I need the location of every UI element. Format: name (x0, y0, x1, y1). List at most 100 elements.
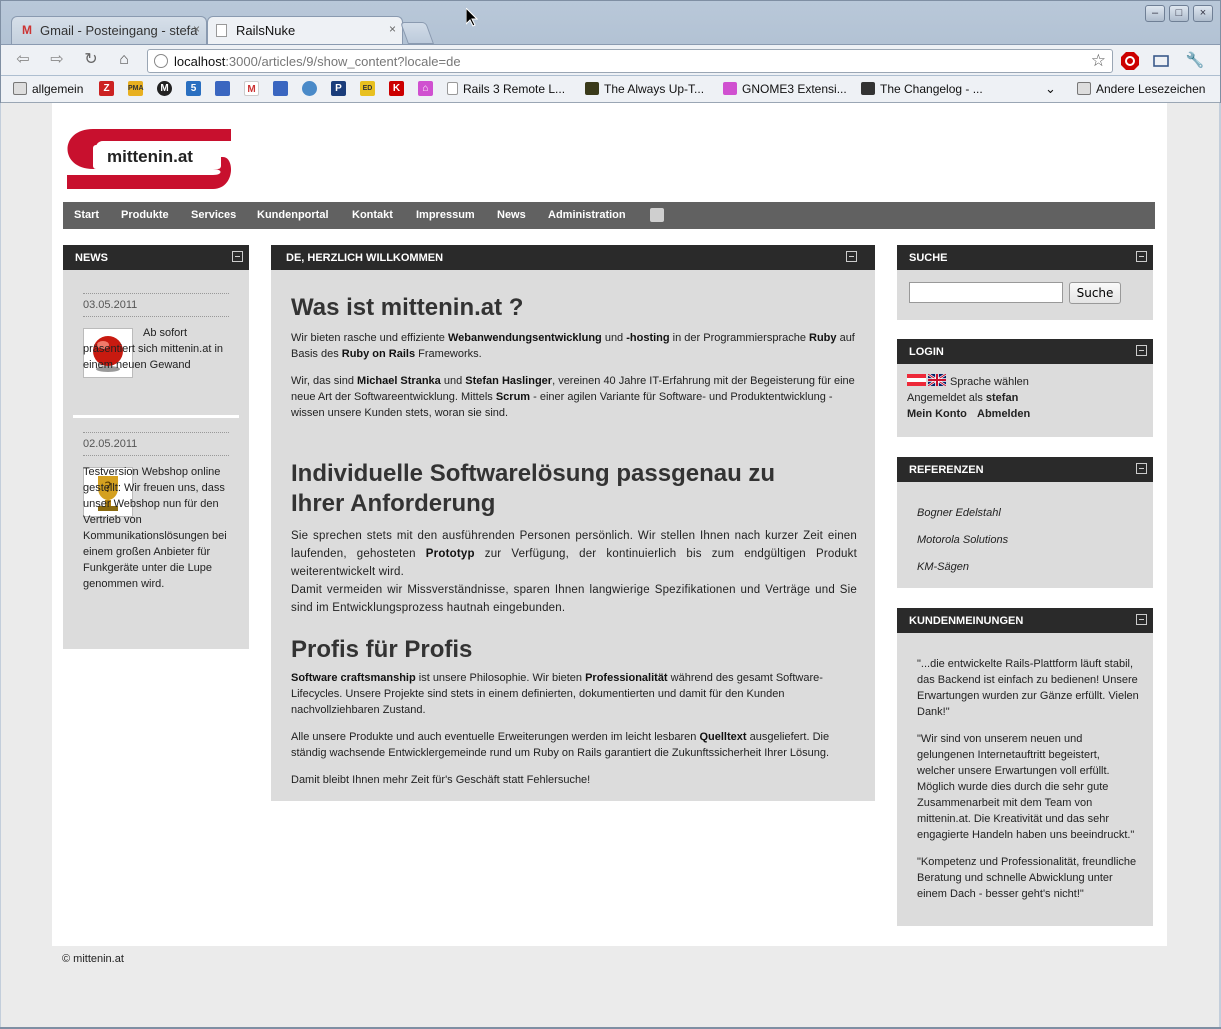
main-content-box: DE, HERZLICH WILLKOMMEN Was ist mittenin… (271, 245, 875, 801)
bookmark-ed-icon[interactable]: ED (360, 81, 375, 96)
news-title: NEWS (75, 252, 108, 264)
testimonial-quote: "Kompetenz und Professionalität, freundl… (917, 856, 1137, 900)
tab-railsnuke[interactable]: RailsNuke × (207, 16, 403, 44)
forward-button[interactable]: ⇨ (45, 50, 69, 70)
paragraph-prototyp: Sie sprechen stets mit den ausführenden … (291, 530, 857, 578)
bookmark-docs-icon[interactable] (215, 81, 230, 96)
new-tab-button[interactable] (399, 22, 435, 44)
printer-icon[interactable] (650, 208, 664, 222)
bookmark-folder-other[interactable]: Andere Lesezeichen (1077, 80, 1205, 98)
nav-administration[interactable]: Administration (548, 209, 626, 221)
bookmark-k-icon[interactable]: K (389, 81, 404, 96)
minimize-button[interactable]: – (1145, 5, 1165, 22)
bookmarks-overflow-chevron-icon[interactable]: ⌄ (1045, 80, 1056, 98)
close-window-button[interactable]: × (1193, 5, 1213, 22)
home-button[interactable]: ⌂ (112, 50, 136, 70)
testimonials-title: KUNDENMEINUNGEN (909, 615, 1024, 627)
news-text-content: Ab sofort präsentiert sich mittenin.at i… (83, 327, 224, 371)
heading-individuelle: Individuelle Softwarelösung passgenau zu… (291, 460, 776, 517)
paragraph-team: Wir, das sind Michael Stranka und Stefan… (291, 375, 855, 419)
language-label: Sprache wählen (950, 376, 1029, 388)
gmail-icon: M (22, 23, 32, 37)
home-icon: ⌂ (119, 51, 129, 68)
bookmark-gnome3[interactable]: GNOME3 Extensi... (723, 80, 847, 98)
austria-flag-icon[interactable] (907, 374, 926, 389)
news-text[interactable]: Ab sofort präsentiert sich mittenin.at i… (83, 325, 229, 373)
login-title: LOGIN (909, 346, 944, 358)
minimize-box-icon[interactable] (1136, 345, 1147, 356)
page-icon (447, 82, 458, 95)
close-tab-icon[interactable]: × (389, 22, 396, 36)
nav-services[interactable]: Services (191, 209, 236, 221)
minimize-box-icon[interactable] (1136, 251, 1147, 262)
search-button[interactable]: Suche (1069, 282, 1121, 304)
page-viewport: mittenin.at Start Produkte Services Kund… (1, 103, 1219, 1027)
reference-link[interactable]: Bogner Edelstahl (917, 507, 1001, 519)
fullscreen-icon[interactable] (1151, 51, 1171, 71)
bookmark-folder-allgemein[interactable]: allgemein (13, 80, 83, 98)
tab-title: Gmail - Posteingang - stefa (40, 23, 198, 38)
bookmark-disk-icon[interactable] (302, 81, 317, 96)
reference-link[interactable]: KM-Sägen (917, 561, 969, 573)
reload-button[interactable]: ↻ (79, 50, 103, 70)
testimonials-header: KUNDENMEINUNGEN (897, 608, 1153, 633)
close-tab-icon[interactable]: × (193, 22, 200, 36)
paragraph-zeit: Damit bleibt Ihnen mehr Zeit für's Gesch… (291, 774, 591, 786)
address-bar[interactable]: localhost:3000/articles/9/show_content?l… (147, 49, 1113, 73)
bookmark-gmail-icon[interactable]: M (244, 81, 259, 96)
search-title: SUCHE (909, 252, 948, 264)
minimize-box-icon[interactable] (232, 251, 243, 262)
wrench-icon[interactable]: 🔧 (1185, 51, 1205, 71)
bookmark-5-icon[interactable]: 5 (186, 81, 201, 96)
nav-produkte[interactable]: Produkte (121, 209, 169, 221)
nav-kontakt[interactable]: Kontakt (352, 209, 393, 221)
maximize-button[interactable]: □ (1169, 5, 1189, 22)
emphasis: Webanwendungsentwicklung (447, 332, 602, 344)
minimize-box-icon[interactable] (1136, 463, 1147, 474)
logout-link[interactable]: Abmelden (977, 408, 1030, 420)
emphasis: Scrum (495, 391, 531, 403)
my-account-link[interactable]: Mein Konto (907, 408, 967, 420)
nav-start[interactable]: Start (74, 209, 99, 221)
folder-icon (13, 82, 27, 95)
login-box: LOGIN Sprache wählen Angemeldet als stef… (897, 339, 1153, 437)
bookmark-changelog[interactable]: The Changelog - ... (861, 80, 983, 98)
bookmark-p-icon[interactable]: P (331, 81, 346, 96)
adblock-icon[interactable] (1120, 51, 1140, 71)
bookmark-pma-icon[interactable]: PMA (128, 81, 144, 96)
tab-title: RailsNuke (236, 23, 296, 38)
minimize-box-icon[interactable] (846, 251, 857, 262)
news-text[interactable]: Testversion Webshop online gestellt: Wir… (83, 464, 229, 592)
bookmark-z-icon[interactable]: Z (99, 81, 114, 96)
uk-flag-icon[interactable] (927, 373, 947, 389)
logo-text: mittenin.at (107, 147, 193, 166)
back-button[interactable]: ⇦ (11, 50, 35, 70)
reference-link[interactable]: Motorola Solutions (917, 534, 1008, 546)
emphasis: Prototyp (425, 548, 475, 560)
tab-gmail[interactable]: M Gmail - Posteingang - stefa × (11, 16, 207, 44)
reload-icon: ↻ (84, 51, 98, 68)
news-text-content: Testversion Webshop online gestellt: Wir… (83, 466, 227, 590)
mouse-cursor-icon (465, 6, 479, 30)
logged-in-label: Angemeldet als stefan (907, 392, 1018, 404)
site-logo[interactable]: mittenin.at (63, 125, 235, 189)
bookmark-label: Andere Lesezeichen (1096, 82, 1206, 96)
bookmark-star-icon[interactable]: ☆ (1091, 51, 1106, 71)
minimize-box-icon[interactable] (1136, 614, 1147, 625)
bookmark-home-icon[interactable]: ⌂ (418, 81, 433, 96)
emphasis: Michael Stranka (357, 375, 441, 387)
search-header: SUCHE (897, 245, 1153, 270)
bookmark-label: The Always Up-T... (604, 82, 705, 96)
heading-profis: Profis für Profis (291, 636, 473, 663)
paragraph-quelltext: Alle unsere Produkte und auch eventuelle… (291, 731, 830, 759)
bookmark-always-up[interactable]: The Always Up-T... (585, 80, 704, 98)
nav-impressum[interactable]: Impressum (416, 209, 475, 221)
search-input[interactable] (909, 282, 1063, 303)
nav-news[interactable]: News (497, 209, 526, 221)
references-title: REFERENZEN (909, 464, 984, 476)
nav-kundenportal[interactable]: Kundenportal (257, 209, 329, 221)
bookmark-docs2-icon[interactable] (273, 81, 288, 96)
url-host: localhost (174, 54, 226, 69)
bookmark-rails3[interactable]: Rails 3 Remote L... (447, 80, 565, 98)
bookmark-motorola-icon[interactable]: M (157, 81, 172, 96)
